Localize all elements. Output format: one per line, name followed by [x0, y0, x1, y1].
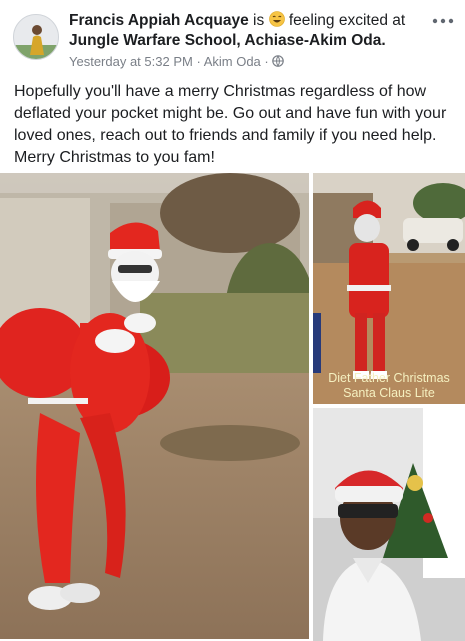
author-name[interactable]: Francis Appiah Acquaye — [69, 12, 249, 29]
post-body: Hopefully you'll have a merry Christmas … — [14, 83, 447, 166]
location-link[interactable]: Jungle Warfare School, Achiase-Akim Oda. — [69, 32, 386, 49]
more-options-icon — [432, 18, 454, 24]
thin-santa-image — [313, 173, 465, 404]
avatar-image — [14, 15, 58, 59]
selfie-image — [313, 408, 465, 641]
globe-icon — [272, 55, 285, 67]
photo-santa-with-sack[interactable] — [0, 173, 309, 639]
santa-sack-image — [0, 173, 309, 639]
photo-caption-line2: Santa Claus Lite — [343, 386, 435, 400]
more-options-button[interactable] — [430, 14, 456, 28]
author-avatar[interactable] — [13, 14, 59, 60]
meta-separator-2: · — [264, 54, 269, 69]
excited-emoji-icon — [268, 11, 285, 27]
post-headline: Francis Appiah Acquaye is feeling excite… — [69, 11, 429, 51]
photo-caption-line1: Diet Father Christmas — [328, 371, 450, 385]
post-timestamp[interactable]: Yesterday at 5:32 PM — [69, 54, 193, 69]
photo-selfie-santa-hat[interactable] — [313, 408, 465, 641]
post-meta: Yesterday at 5:32 PM · Akim Oda · — [69, 54, 285, 69]
post-header: Francis Appiah Acquaye is feeling excite… — [0, 0, 465, 74]
photo-thin-santa[interactable]: Diet Father Christmas Santa Claus Lite — [313, 173, 465, 404]
place-link[interactable]: Akim Oda — [204, 54, 261, 69]
feeling-text: feeling excited at — [288, 12, 406, 29]
meta-separator: · — [196, 54, 201, 69]
is-text: is — [253, 12, 265, 29]
